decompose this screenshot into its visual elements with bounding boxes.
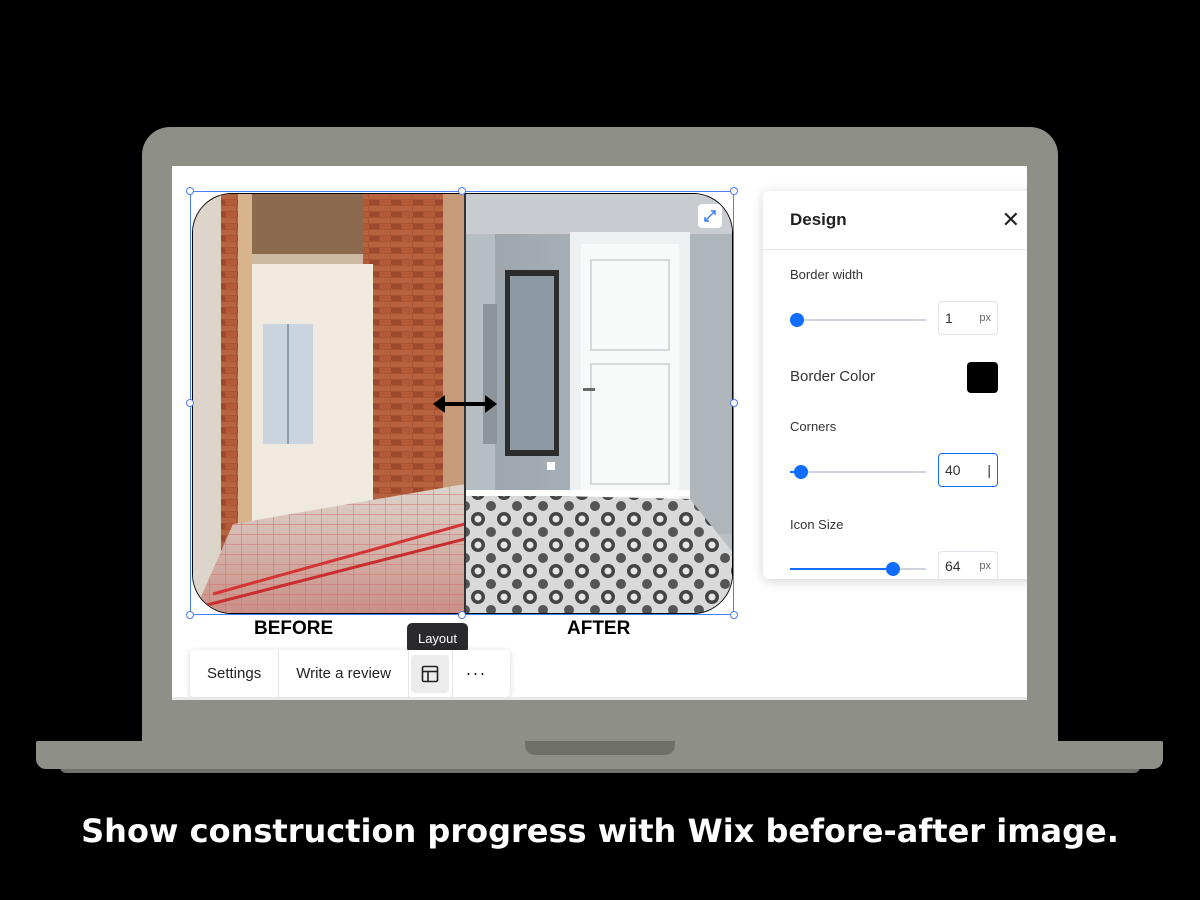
widget-toolbar: Settings Write a review ··· bbox=[190, 650, 510, 697]
resize-handle-tm[interactable] bbox=[458, 187, 466, 195]
before-caption: BEFORE bbox=[254, 618, 334, 639]
border-width-input[interactable]: 1 px bbox=[938, 301, 998, 335]
layout-button[interactable] bbox=[409, 650, 453, 697]
close-icon[interactable]: ✕ bbox=[1002, 209, 1020, 231]
laptop-notch bbox=[525, 741, 675, 755]
write-review-button[interactable]: Write a review bbox=[279, 650, 409, 697]
panel-header: Design ✕ bbox=[763, 191, 1027, 250]
border-color-swatch[interactable] bbox=[967, 362, 998, 393]
tagline: Show construction progress with Wix befo… bbox=[81, 812, 1119, 850]
corners-input[interactable]: 40 | bbox=[938, 453, 998, 487]
settings-button[interactable]: Settings bbox=[190, 650, 280, 697]
border-width-slider-thumb[interactable] bbox=[790, 313, 804, 327]
resize-handle-tr[interactable] bbox=[730, 187, 738, 195]
icon-size-input[interactable]: 64 px bbox=[938, 551, 998, 579]
corners-label: Corners bbox=[790, 419, 837, 434]
corners-slider[interactable] bbox=[790, 465, 926, 479]
border-color-label: Border Color bbox=[790, 368, 876, 385]
more-options-button[interactable]: ··· bbox=[453, 650, 499, 697]
resize-handle-bm[interactable] bbox=[458, 611, 466, 619]
selection-frame bbox=[190, 191, 734, 615]
panel-title: Design bbox=[790, 210, 847, 229]
resize-handle-mr[interactable] bbox=[730, 399, 738, 407]
design-panel: Design ✕ Border width 1 px Border Color … bbox=[763, 191, 1027, 579]
corners-slider-thumb[interactable] bbox=[794, 465, 808, 479]
screen-bottom-edge bbox=[172, 697, 1027, 700]
layout-tooltip: Layout bbox=[407, 623, 468, 653]
resize-handle-bl[interactable] bbox=[186, 611, 194, 619]
resize-handle-tl[interactable] bbox=[186, 187, 194, 195]
icon-size-label: Icon Size bbox=[790, 517, 844, 532]
resize-handle-br[interactable] bbox=[730, 611, 738, 619]
after-caption: AFTER bbox=[567, 618, 631, 639]
icon-size-slider[interactable] bbox=[790, 562, 926, 576]
border-width-label: Border width bbox=[790, 267, 863, 282]
border-width-slider[interactable] bbox=[790, 313, 926, 327]
layout-icon bbox=[411, 654, 450, 693]
resize-handle-ml[interactable] bbox=[186, 399, 194, 407]
editor-screen: BEFORE AFTER Layout Settings Write a rev… bbox=[172, 166, 1027, 700]
icon-size-slider-thumb[interactable] bbox=[886, 562, 900, 576]
